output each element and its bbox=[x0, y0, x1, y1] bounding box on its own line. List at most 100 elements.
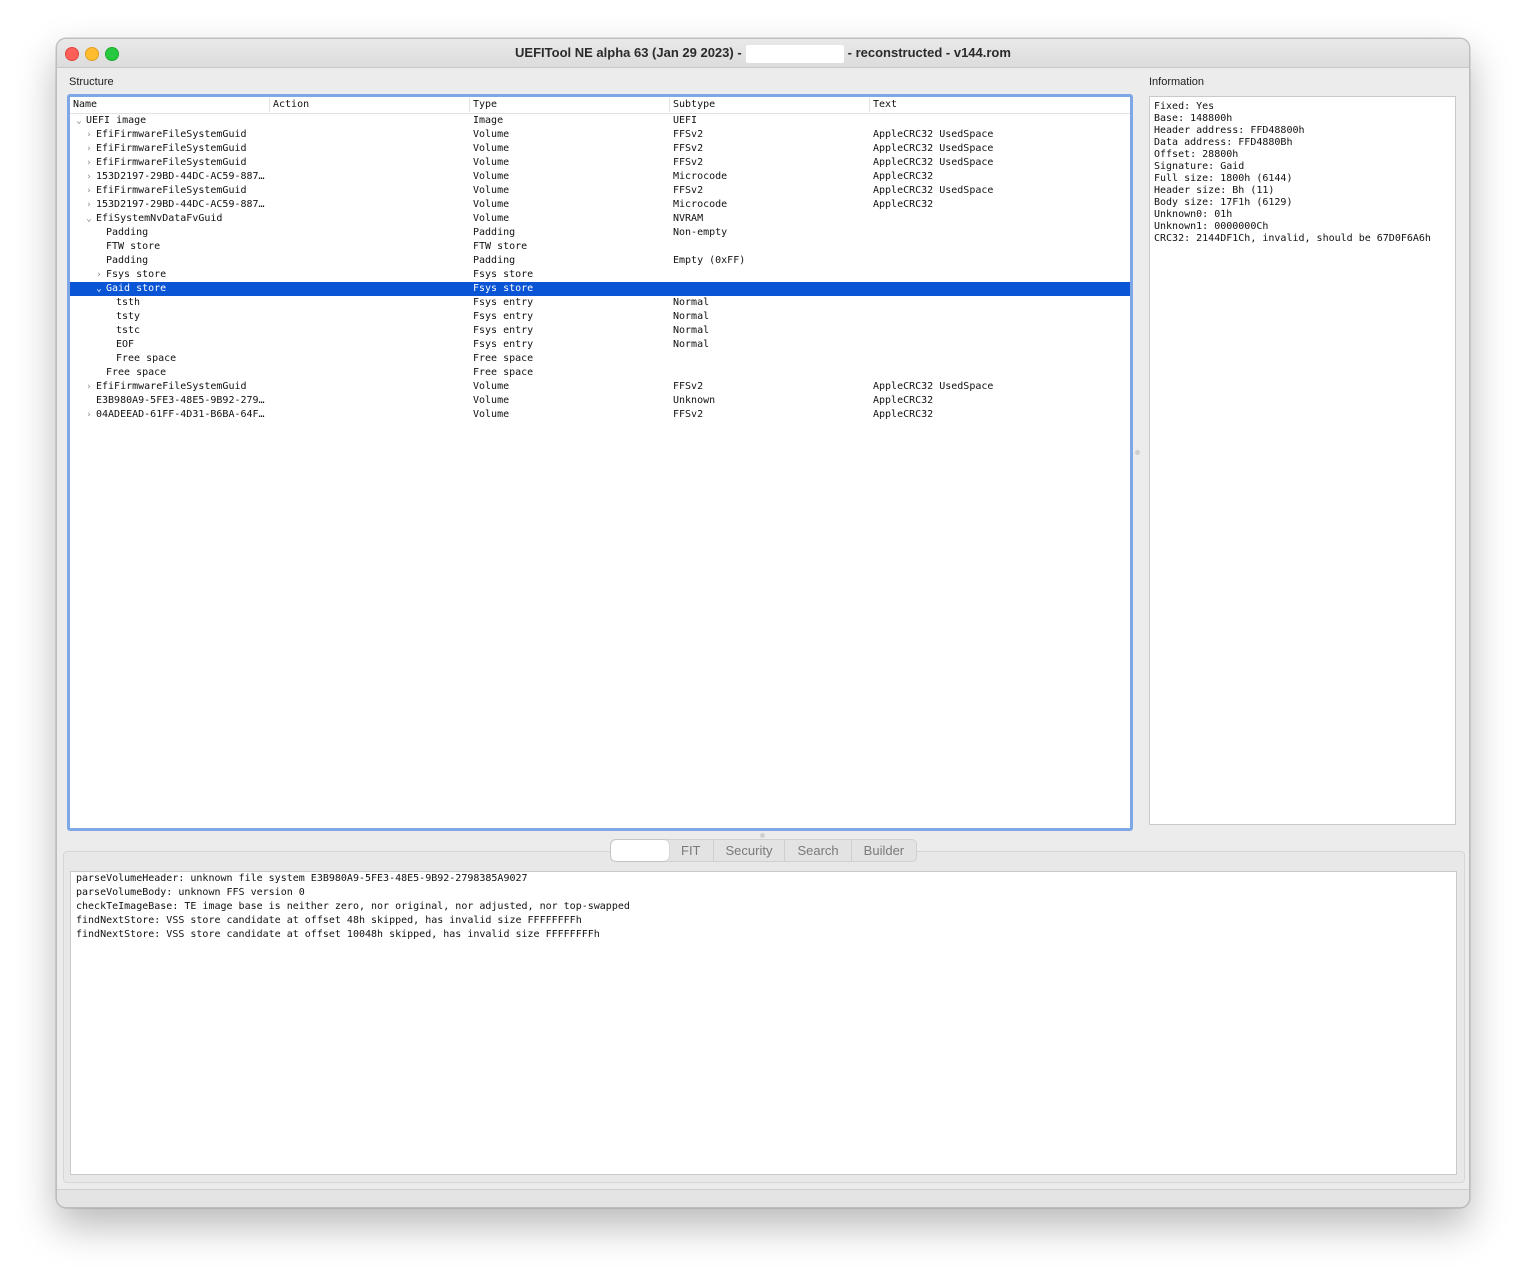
tree-cell-type: Free space bbox=[473, 367, 534, 378]
tree-cell-text: AppleCRC32 UsedSpace bbox=[873, 185, 994, 196]
chevron-right-icon[interactable]: › bbox=[84, 408, 94, 422]
info-line: Base: 148800h bbox=[1154, 113, 1233, 124]
chevron-right-icon[interactable]: › bbox=[84, 198, 94, 212]
chevron-right-icon[interactable]: › bbox=[84, 184, 94, 198]
tree-cell-subtype: FFSv2 bbox=[673, 409, 704, 420]
tree-row[interactable]: FTW store FTW store bbox=[70, 240, 1130, 254]
tree-cell-name: 153D2197-29BD-44DC-AC59-887… bbox=[96, 171, 265, 182]
tree-cell-subtype: Unknown bbox=[673, 395, 716, 406]
tree-row[interactable]: ⌄ EfiSystemNvDataFvGuid Volume NVRAM bbox=[70, 212, 1130, 226]
column-header-action[interactable]: Action bbox=[270, 98, 470, 112]
tree-header: Name Action Type Subtype Text bbox=[70, 97, 1130, 114]
tree-cell-subtype: FFSv2 bbox=[673, 381, 704, 392]
info-line: Data address: FFD4880Bh bbox=[1154, 137, 1293, 148]
tree-cell-type: FTW store bbox=[473, 241, 528, 252]
tree-cell-name: Padding bbox=[106, 227, 149, 238]
tree-row[interactable]: › EfiFirmwareFileSystemGuid Volume FFSv2 App… bbox=[70, 142, 1130, 156]
tree-cell-subtype: UEFI bbox=[673, 115, 698, 126]
chevron-right-icon[interactable]: › bbox=[84, 156, 94, 170]
message-line[interactable]: parseVolumeBody: unknown FFS version 0 bbox=[76, 886, 1451, 900]
tree-cell-name: E3B980A9-5FE3-48E5-9B92-279… bbox=[96, 395, 265, 406]
column-header-type[interactable]: Type bbox=[470, 98, 670, 112]
tree-row[interactable]: › EfiFirmwareFileSystemGuid Volume FFSv2 App… bbox=[70, 128, 1130, 142]
message-line[interactable]: checkTeImageBase: TE image base is neith… bbox=[76, 900, 1451, 914]
tree-cell-subtype: Normal bbox=[673, 325, 710, 336]
column-header-name[interactable]: Name bbox=[70, 98, 270, 112]
tree-row[interactable]: › EfiFirmwareFileSystemGuid Volume FFSv2 App… bbox=[70, 184, 1130, 198]
tree-cell-name: 153D2197-29BD-44DC-AC59-887… bbox=[96, 199, 265, 210]
chevron-right-icon[interactable]: › bbox=[84, 380, 94, 394]
horizontal-splitter-handle[interactable] bbox=[760, 833, 765, 838]
tree-cell-text: AppleCRC32 UsedSpace bbox=[873, 143, 994, 154]
tree-cell-name: tsth bbox=[116, 297, 141, 308]
messages-text: parseVolumeHeader: unknown file system E… bbox=[71, 872, 1456, 942]
tab-security[interactable]: Security bbox=[714, 840, 786, 861]
tab-search[interactable]: Search bbox=[785, 840, 852, 861]
vertical-splitter-handle[interactable] bbox=[1135, 450, 1140, 455]
chevron-down-icon[interactable]: ⌄ bbox=[84, 212, 94, 226]
tree-cell-text: AppleCRC32 bbox=[873, 395, 934, 406]
tree-cell-type: Volume bbox=[473, 395, 510, 406]
chevron-right-icon[interactable]: › bbox=[94, 268, 104, 282]
tree-cell-type: Fsys entry bbox=[473, 339, 534, 350]
app-window: UEFITool NE alpha 63 (Jan 29 2023) - - re… bbox=[56, 38, 1470, 1208]
tree-row[interactable]: ⌄ Gaid store Fsys store bbox=[70, 282, 1130, 296]
tree-cell-type: Fsys entry bbox=[473, 311, 534, 322]
message-line[interactable]: parseVolumeHeader: unknown file system E… bbox=[76, 872, 1451, 886]
tree-row[interactable]: E3B980A9-5FE3-48E5-9B92-279… Volume Unknow… bbox=[70, 394, 1130, 408]
tree-cell-type: Fsys entry bbox=[473, 297, 534, 308]
messages-list[interactable]: parseVolumeHeader: unknown file system E… bbox=[70, 871, 1457, 1175]
tree-cell-subtype: Microcode bbox=[673, 199, 728, 210]
info-line: CRC32: 2144DF1Ch, invalid, should be 67D… bbox=[1154, 233, 1431, 244]
tree-cell-subtype: FFSv2 bbox=[673, 185, 704, 196]
column-header-subtype[interactable]: Subtype bbox=[670, 98, 870, 112]
tree-cell-type: Volume bbox=[473, 199, 510, 210]
tree-cell-subtype: Normal bbox=[673, 339, 710, 350]
tree-cell-name: EfiFirmwareFileSystemGuid bbox=[96, 129, 247, 140]
bottom-tab-bar: FIT Security Search Builder bbox=[610, 839, 918, 862]
tree-row[interactable]: Padding Padding Empty (0xFF) bbox=[70, 254, 1130, 268]
info-line: Unknown0: 01h bbox=[1154, 209, 1233, 220]
tree-row[interactable]: Free space Free space bbox=[70, 366, 1130, 380]
tree-row[interactable]: tstc Fsys entry Normal bbox=[70, 324, 1130, 338]
tree-cell-text: AppleCRC32 UsedSpace bbox=[873, 157, 994, 168]
info-line: Body size: 17F1h (6129) bbox=[1154, 197, 1293, 208]
tree-row[interactable]: › EfiFirmwareFileSystemGuid Volume FFSv2 App… bbox=[70, 380, 1130, 394]
tab-fit[interactable]: FIT bbox=[669, 840, 714, 861]
column-header-text[interactable]: Text bbox=[870, 98, 1130, 112]
title-bar: UEFITool NE alpha 63 (Jan 29 2023) - - re… bbox=[57, 39, 1469, 68]
information-panel[interactable]: Fixed: Yes Base: 148800h Header address: F… bbox=[1149, 96, 1456, 825]
tree-row[interactable]: › 153D2197-29BD-44DC-AC59-887… Volume Micro… bbox=[70, 170, 1130, 184]
tree-row[interactable]: EOF Fsys entry Normal bbox=[70, 338, 1130, 352]
tree-row[interactable]: › 04ADEEAD-61FF-4D31-B6BA-64F… Volume FFSv2… bbox=[70, 408, 1130, 422]
tree-row[interactable]: Free space Free space bbox=[70, 352, 1130, 366]
chevron-right-icon[interactable]: › bbox=[84, 128, 94, 142]
information-label: Information bbox=[1149, 76, 1205, 88]
tree-cell-name: 04ADEEAD-61FF-4D31-B6BA-64F… bbox=[96, 409, 265, 420]
tab-builder[interactable]: Builder bbox=[852, 840, 916, 861]
window-title-prefix: UEFITool NE alpha 63 (Jan 29 2023) - bbox=[515, 45, 742, 60]
tree-cell-subtype: Microcode bbox=[673, 171, 728, 182]
tree-cell-type: Fsys store bbox=[473, 269, 534, 280]
chevron-down-icon[interactable]: ⌄ bbox=[74, 114, 84, 128]
tree-row[interactable]: tsty Fsys entry Normal bbox=[70, 310, 1130, 324]
chevron-right-icon[interactable]: › bbox=[84, 170, 94, 184]
tree-cell-name: tsty bbox=[116, 311, 141, 322]
info-line: Fixed: Yes bbox=[1154, 101, 1215, 112]
chevron-right-icon[interactable]: › bbox=[84, 142, 94, 156]
tree-cell-name: Free space bbox=[106, 367, 167, 378]
tree-row[interactable]: ⌄ UEFI image Image UEFI bbox=[70, 114, 1130, 128]
chevron-down-icon[interactable]: ⌄ bbox=[94, 282, 104, 296]
tree-cell-text: AppleCRC32 bbox=[873, 199, 934, 210]
tree-row[interactable]: Padding Padding Non-empty bbox=[70, 226, 1130, 240]
message-line[interactable]: findNextStore: VSS store candidate at of… bbox=[76, 928, 1451, 942]
tree-row[interactable]: › EfiFirmwareFileSystemGuid Volume FFSv2 App… bbox=[70, 156, 1130, 170]
message-line[interactable]: findNextStore: VSS store candidate at of… bbox=[76, 914, 1451, 928]
info-line: Offset: 28800h bbox=[1154, 149, 1239, 160]
tab-messages[interactable] bbox=[611, 840, 669, 861]
tree-row[interactable]: tsth Fsys entry Normal bbox=[70, 296, 1130, 310]
structure-tree[interactable]: Name Action Type Subtype Text ⌄ UEFI imag… bbox=[67, 94, 1133, 831]
info-line: Signature: Gaid bbox=[1154, 161, 1245, 172]
tree-row[interactable]: › 153D2197-29BD-44DC-AC59-887… Volume Micro… bbox=[70, 198, 1130, 212]
tree-row[interactable]: › Fsys store Fsys store bbox=[70, 268, 1130, 282]
